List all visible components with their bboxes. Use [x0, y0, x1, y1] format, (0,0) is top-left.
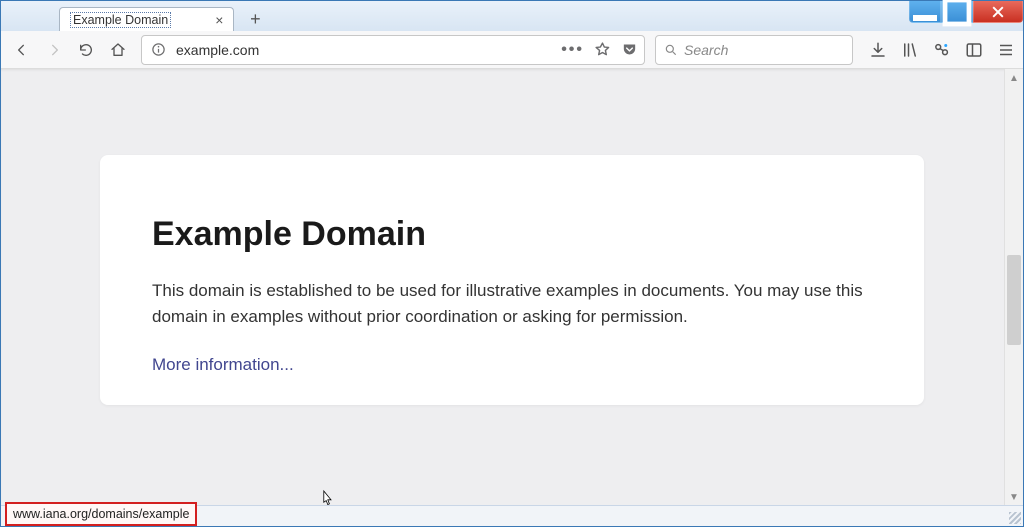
window-controls [909, 1, 1023, 23]
status-bar: www.iana.org/domains/example [1, 505, 1023, 526]
scroll-down-icon[interactable]: ▼ [1005, 488, 1023, 506]
scroll-thumb[interactable] [1007, 255, 1021, 345]
page-actions-icon[interactable]: ••• [561, 41, 584, 59]
tab-close-icon[interactable]: × [215, 12, 223, 28]
window-maximize-button[interactable] [941, 1, 973, 23]
screenshot-icon[interactable] [933, 41, 951, 59]
page-content: Example Domain This domain is establishe… [100, 155, 924, 405]
url-bar[interactable]: ••• [141, 35, 645, 65]
window-close-button[interactable] [973, 1, 1023, 23]
menu-icon[interactable] [997, 41, 1015, 59]
forward-button[interactable] [45, 41, 63, 59]
reload-button[interactable] [77, 41, 95, 59]
scroll-up-icon[interactable]: ▲ [1005, 69, 1023, 87]
more-information-link[interactable]: More information... [152, 355, 294, 374]
search-bar[interactable]: Search [655, 35, 853, 65]
site-info-icon[interactable] [150, 42, 166, 58]
tab-title: Example Domain [70, 12, 171, 28]
vertical-scrollbar[interactable]: ▲ ▼ [1004, 69, 1023, 506]
tab-active[interactable]: Example Domain × [59, 7, 234, 31]
browser-window: Example Domain × + [0, 0, 1024, 527]
titlebar: Example Domain × + [1, 1, 1023, 32]
toolbar: ••• Search [1, 31, 1023, 69]
address-input[interactable] [174, 41, 561, 59]
search-placeholder: Search [684, 42, 728, 58]
nav-buttons [9, 41, 131, 59]
search-icon [664, 43, 678, 57]
bookmark-star-icon[interactable] [594, 41, 611, 58]
status-link-preview: www.iana.org/domains/example [5, 502, 197, 526]
page-heading: Example Domain [152, 215, 872, 254]
home-button[interactable] [109, 41, 127, 59]
window-minimize-button[interactable] [909, 1, 941, 23]
sidebar-icon[interactable] [965, 41, 983, 59]
library-icon[interactable] [901, 41, 919, 59]
new-tab-button[interactable]: + [242, 7, 268, 31]
tab-strip: Example Domain × + [59, 1, 268, 31]
toolbar-right [863, 41, 1015, 59]
resize-grip-icon[interactable] [1009, 512, 1021, 524]
page-paragraph: This domain is established to be used fo… [152, 278, 872, 329]
page-viewport: Example Domain This domain is establishe… [1, 69, 1023, 506]
downloads-icon[interactable] [869, 41, 887, 59]
pocket-icon[interactable] [621, 41, 638, 58]
back-button[interactable] [13, 41, 31, 59]
